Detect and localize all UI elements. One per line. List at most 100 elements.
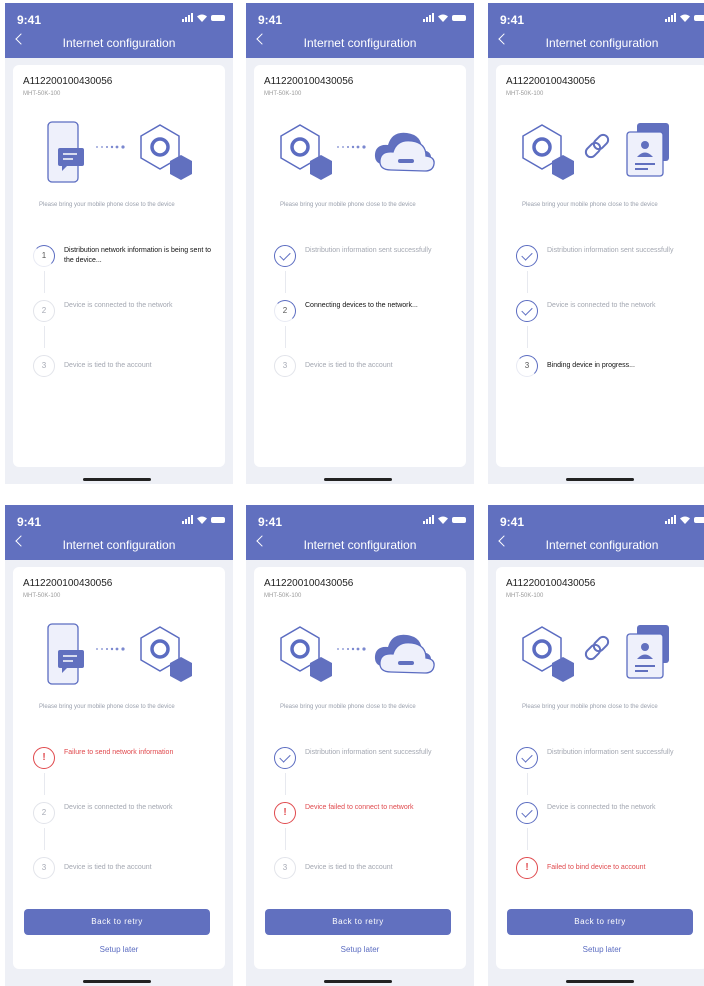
- status-icons: [423, 13, 466, 22]
- config-screen-connect-failed: 9:41 Internet configuration A11220010043…: [246, 505, 474, 986]
- device-model: MHT-50K-100: [23, 593, 61, 599]
- step-indicator-1: 1: [33, 245, 55, 267]
- retry-button[interactable]: Back to retry: [265, 909, 451, 935]
- device-model: MHT-50K-100: [506, 593, 544, 599]
- step-send-info: 1 Distribution network information is be…: [33, 245, 218, 271]
- status-icons: [665, 515, 704, 524]
- step-label-2: Device is connected to the network: [547, 804, 656, 811]
- battery-icon: [452, 516, 466, 523]
- status-time: 9:41: [17, 515, 42, 529]
- step-label-1: Distribution information sent successful…: [547, 247, 674, 254]
- device-icon: [140, 626, 192, 682]
- step-send-info: Distribution information sent successful…: [274, 747, 459, 773]
- home-indicator: [324, 980, 392, 983]
- proximity-hint: Please bring your mobile phone close to …: [280, 202, 416, 208]
- status-icons: [423, 515, 466, 524]
- step-connector: [285, 271, 286, 293]
- step-label-2: Device is connected to the network: [547, 302, 656, 309]
- account-card-icon: [626, 123, 669, 177]
- wifi-icon: [197, 516, 207, 524]
- step-connector: [527, 271, 528, 293]
- check-icon: [279, 751, 291, 763]
- step-send-info: ! Failure to send network information: [33, 747, 218, 773]
- dots-icon: [96, 647, 125, 651]
- device-link-account-illustration: [522, 625, 669, 682]
- step-done-2: [516, 802, 538, 824]
- error-icon: !: [33, 747, 55, 769]
- device-serial: A112200100430056: [506, 578, 596, 589]
- step-indicator-2: 2: [274, 300, 296, 322]
- step-bind-account: 3 Device is tied to the account: [33, 355, 218, 381]
- step-indicator-3: 3: [33, 857, 55, 879]
- step-bind-account: 3 Device is tied to the account: [274, 857, 459, 883]
- step-connector: [44, 271, 45, 293]
- top-bar: 9:41 Internet configuration: [246, 505, 474, 560]
- step-label-2: Device is connected to the network: [64, 302, 173, 309]
- proximity-hint: Please bring your mobile phone close to …: [522, 202, 658, 208]
- home-indicator: [324, 478, 392, 481]
- config-card: A112200100430056 MHT-50K-100 Please brin…: [254, 567, 466, 969]
- check-icon: [521, 304, 533, 316]
- status-time: 9:41: [500, 13, 525, 27]
- battery-icon: [694, 14, 704, 21]
- top-bar: 9:41 Internet configuration: [246, 3, 474, 58]
- step-done-1: [516, 245, 538, 267]
- step-label-3: Device is tied to the account: [305, 864, 393, 871]
- proximity-hint: Please bring your mobile phone close to …: [39, 202, 175, 208]
- check-icon: [521, 806, 533, 818]
- step-indicator-2: 2: [33, 802, 55, 824]
- step-indicator-3: 3: [274, 355, 296, 377]
- top-bar: 9:41 Internet configuration: [5, 505, 233, 560]
- status-icons: [182, 515, 225, 524]
- status-time: 9:41: [258, 13, 283, 27]
- page-title: Internet configuration: [303, 36, 417, 50]
- config-screen-send-failed: 9:41 Internet configuration A11220010043…: [5, 505, 233, 986]
- config-screen-connecting: 9:41 Internet configuration A11220010043…: [246, 3, 474, 484]
- dots-icon: [96, 145, 125, 149]
- battery-icon: [452, 14, 466, 21]
- step-connector: [285, 326, 286, 348]
- cloud-icon: [374, 132, 435, 172]
- signal-icon: [665, 13, 676, 22]
- step-bind-account: 3 Device is tied to the account: [33, 857, 218, 883]
- config-card: A112200100430056 MHT-50K-100 Please brin…: [254, 65, 466, 467]
- error-icon: !: [274, 802, 296, 824]
- phone-icon: [47, 623, 84, 685]
- battery-icon: [211, 14, 225, 21]
- signal-icon: [182, 515, 193, 524]
- config-screen-bind-failed: 9:41 Internet configuration A11220010043…: [488, 505, 704, 986]
- signal-icon: [665, 515, 676, 524]
- setup-later-link[interactable]: Setup later: [13, 945, 225, 954]
- retry-button[interactable]: Back to retry: [507, 909, 693, 935]
- error-icon: !: [516, 857, 538, 879]
- step-connect-network: 2 Connecting devices to the network...: [274, 300, 459, 326]
- retry-button[interactable]: Back to retry: [24, 909, 210, 935]
- setup-later-link[interactable]: Setup later: [496, 945, 704, 954]
- config-screen-sending: 9:41 Internet configuration A11220010043…: [5, 3, 233, 484]
- page-title: Internet configuration: [303, 538, 417, 552]
- step-done-2: [516, 300, 538, 322]
- device-to-cloud-illustration: [280, 626, 435, 682]
- step-connector: [44, 773, 45, 795]
- signal-icon: [182, 13, 193, 22]
- device-model: MHT-50K-100: [23, 91, 61, 97]
- device-serial: A112200100430056: [23, 578, 113, 589]
- status-time: 9:41: [258, 515, 283, 529]
- step-label-3: Device is tied to the account: [305, 362, 393, 369]
- wifi-icon: [197, 14, 207, 22]
- device-serial: A112200100430056: [264, 578, 354, 589]
- setup-later-link[interactable]: Setup later: [254, 945, 466, 954]
- step-send-info: Distribution information sent successful…: [274, 245, 459, 271]
- status-icons: [665, 13, 704, 22]
- step-connect-network: Device is connected to the network: [516, 300, 701, 326]
- home-indicator: [83, 478, 151, 481]
- step-label-1: Distribution information sent successful…: [305, 247, 432, 254]
- page-title: Internet configuration: [545, 36, 659, 50]
- device-icon: [522, 626, 574, 682]
- step-bind-account: 3 Device is tied to the account: [274, 355, 459, 381]
- home-indicator: [566, 980, 634, 983]
- proximity-hint: Please bring your mobile phone close to …: [39, 704, 175, 710]
- device-icon: [522, 124, 574, 180]
- device-model: MHT-50K-100: [506, 91, 544, 97]
- step-label-1: Failure to send network information: [64, 749, 174, 756]
